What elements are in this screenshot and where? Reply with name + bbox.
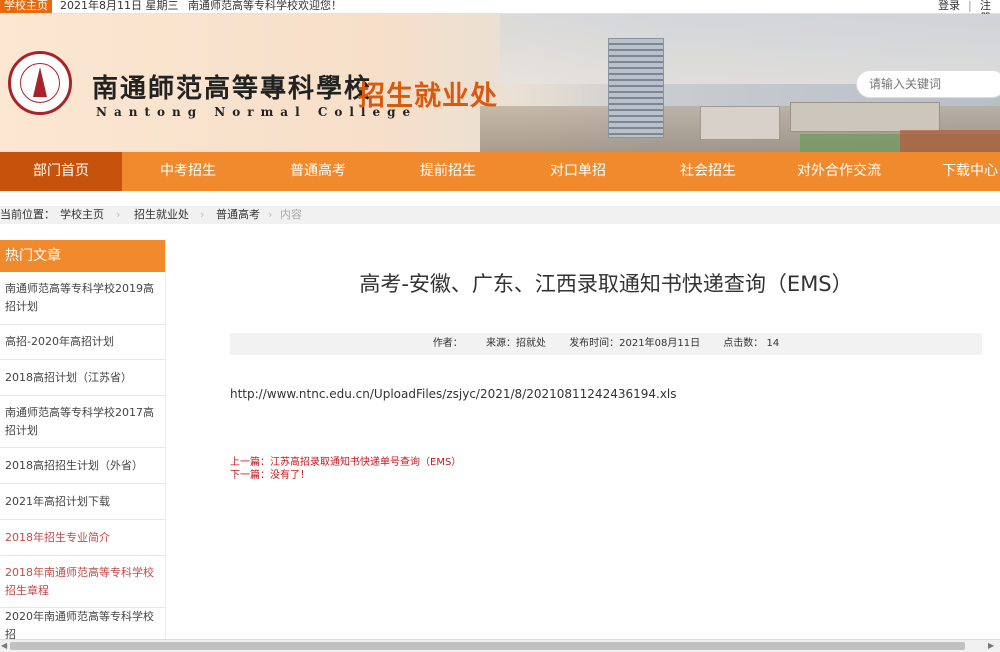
breadcrumb-label: 当前位置： bbox=[0, 208, 55, 221]
scroll-left-icon[interactable]: ◀ bbox=[1, 641, 7, 650]
banner-tower-building bbox=[608, 38, 664, 138]
header-banner: 南通師范高等專科學校 Nantong Normal College 招生就业处 bbox=[0, 14, 1000, 152]
meta-clicks: 点击数： 14 bbox=[723, 338, 780, 349]
topbar-separator: | bbox=[968, 0, 972, 12]
sidebar-hot-articles: 热门文章 南通师范高等专科学校2019高招计划 高招-2020年高招计划 201… bbox=[0, 240, 166, 652]
banner-building bbox=[700, 106, 780, 140]
welcome-text: 南通师范高等专科学校欢迎您！ bbox=[188, 0, 342, 12]
article-meta: 作者： 来源：招就处 发布时间：2021年08月11日 点击数： 14 bbox=[230, 333, 982, 355]
school-home-link[interactable]: 学校主页 bbox=[0, 0, 52, 13]
breadcrumb-arrow-icon: › bbox=[268, 208, 273, 221]
main-nav: 部门首页 中考招生 普通高考 提前招生 对口单招 社会招生 对外合作交流 下载中… bbox=[0, 152, 1000, 191]
article-title: 高考-安徽、广东、江西录取通知书快递查询（EMS） bbox=[359, 272, 853, 296]
breadcrumb-item[interactable]: 普通高考 bbox=[216, 206, 260, 224]
sidebar-article-link[interactable]: 南通师范高等专科学校2017高招计划 bbox=[0, 396, 165, 448]
sidebar-article-link[interactable]: 南通师范高等专科学校2019高招计划 bbox=[0, 272, 165, 325]
nav-item-dept-home[interactable]: 部门首页 bbox=[0, 152, 122, 191]
breadcrumb-arrow-icon: › bbox=[200, 208, 205, 221]
sidebar-article-link[interactable]: 2018高招计划（江苏省） bbox=[0, 360, 165, 396]
school-name-cn: 南通師范高等專科學校 bbox=[92, 74, 373, 104]
prev-article-link[interactable]: 江苏高招录取通知书快递单号查询（EMS） bbox=[270, 457, 461, 468]
nav-item-downloads[interactable]: 下载中心 bbox=[930, 152, 1000, 191]
meta-source: 来源：招就处 bbox=[486, 338, 546, 349]
scroll-right-icon[interactable]: ▶ bbox=[988, 641, 994, 650]
prev-article: 上一篇：江苏高招录取通知书快递单号查询（EMS） bbox=[230, 456, 461, 469]
breadcrumb-item[interactable]: 学校主页 bbox=[60, 206, 104, 224]
breadcrumb-item[interactable]: 招生就业处 bbox=[134, 206, 189, 224]
banner-building bbox=[790, 102, 940, 132]
nav-item-counterpart[interactable]: 对口单招 bbox=[526, 152, 630, 191]
department-title: 招生就业处 bbox=[358, 81, 498, 112]
nav-item-social[interactable]: 社会招生 bbox=[656, 152, 760, 191]
top-bar: 学校主页 2021年8月11日 星期三 南通师范高等专科学校欢迎您！ 登录 | … bbox=[0, 0, 1000, 24]
next-article-text: 没有了！ bbox=[270, 470, 310, 481]
next-article: 下一篇：没有了！ bbox=[230, 469, 310, 482]
attachment-url[interactable]: http://www.ntnc.edu.cn/UploadFiles/zsjyc… bbox=[230, 387, 677, 401]
nav-item-cooperation[interactable]: 对外合作交流 bbox=[782, 152, 896, 191]
nav-item-gaokao[interactable]: 普通高考 bbox=[266, 152, 370, 191]
school-logo[interactable] bbox=[8, 51, 72, 115]
meta-date: 发布时间：2021年08月11日 bbox=[569, 338, 701, 349]
next-article-label: 下一篇： bbox=[230, 470, 270, 481]
sidebar-article-link[interactable]: 2021年高招计划下载 bbox=[0, 484, 165, 520]
current-date: 2021年8月11日 星期三 bbox=[60, 0, 179, 12]
sidebar-article-link[interactable]: 高招-2020年高招计划 bbox=[0, 325, 165, 360]
meta-author: 作者： bbox=[432, 338, 463, 349]
sidebar-article-link[interactable]: 2018年南通师范高等专科学校招生章程 bbox=[0, 556, 165, 608]
sidebar-article-link[interactable]: 2018年招生专业简介 bbox=[0, 520, 165, 556]
search-input[interactable] bbox=[856, 70, 1000, 98]
breadcrumb: 当前位置： 学校主页 › 招生就业处 › 普通高考 › 内容 bbox=[0, 206, 1000, 224]
horizontal-scrollbar[interactable]: ◀ ▶ bbox=[0, 639, 1000, 652]
sidebar-article-link[interactable]: 2018高招招生计划（外省） bbox=[0, 448, 165, 484]
breadcrumb-arrow-icon: › bbox=[116, 208, 121, 221]
sidebar-title: 热门文章 bbox=[0, 240, 165, 272]
breadcrumb-current: 内容 bbox=[280, 208, 302, 221]
banner-running-track bbox=[900, 130, 1000, 152]
scrollbar-thumb[interactable] bbox=[10, 642, 965, 650]
nav-item-early-admission[interactable]: 提前招生 bbox=[396, 152, 500, 191]
nav-item-zhongkao[interactable]: 中考招生 bbox=[136, 152, 240, 191]
prev-article-label: 上一篇： bbox=[230, 457, 270, 468]
login-link[interactable]: 登录 bbox=[938, 0, 960, 12]
